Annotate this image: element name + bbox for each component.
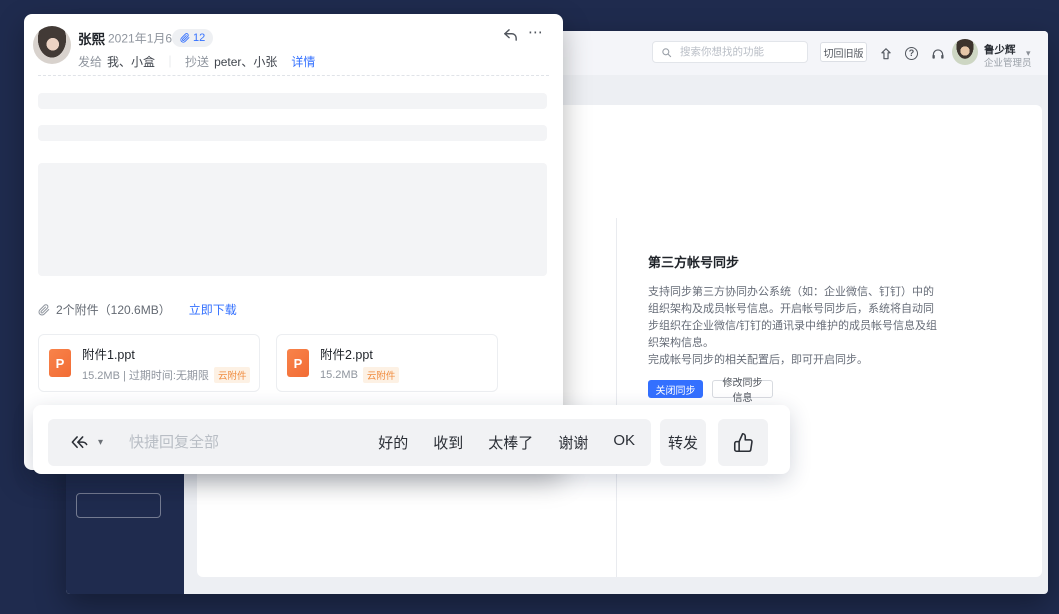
detail-link[interactable]: 详情 [291, 53, 315, 70]
section-description: 支持同步第三方协同办公系统（如：企业微信、钉钉）中的组织架构及成员帐号信息。开启… [648, 284, 940, 369]
like-button[interactable] [718, 419, 768, 466]
ppt-file-icon: P [49, 349, 71, 377]
skeleton-line [38, 93, 547, 109]
skeleton-line [38, 125, 547, 141]
help-icon[interactable]: ? [904, 46, 919, 61]
quick-reply-field[interactable]: ▾ 好的 收到 太棒了 谢谢 OK [48, 419, 651, 466]
reply-mode-caret-icon[interactable]: ▾ [98, 437, 103, 448]
separator: ｜ [164, 53, 176, 70]
quick-reply-bar: ▾ 好的 收到 太棒了 谢谢 OK 转发 [33, 405, 790, 474]
to-value: 我、小盒 [107, 53, 155, 70]
attachment-meta: 15.2MB [320, 369, 358, 381]
headset-icon[interactable] [930, 46, 945, 61]
attachments-summary: 2个附件（120.6MB） [56, 301, 171, 318]
attachment-count: 12 [193, 32, 205, 44]
quick-reply-option[interactable]: 收到 [433, 432, 463, 453]
sender-name: 张熙 [78, 28, 105, 48]
quick-reply-option[interactable]: 好的 [378, 432, 408, 453]
sidebar-clipped-button[interactable] [76, 493, 161, 518]
switch-old-version-button[interactable]: 切回旧版 [820, 42, 867, 62]
attachment-name: 附件1.ppt [82, 344, 250, 363]
more-icon[interactable]: ⋯ [528, 23, 544, 41]
paperclip-icon [180, 33, 190, 43]
user-role: 企业管理员 [984, 55, 1032, 69]
reply-icon[interactable] [502, 27, 519, 44]
panel-divider [616, 218, 617, 577]
mail-detail-panel: 张熙 2021年1月6日 12 ⋯ 发给 我、小盒 ｜ 抄送 peter、小张 … [24, 14, 563, 470]
user-avatar[interactable] [952, 39, 978, 65]
attachment-name: 附件2.ppt [320, 344, 399, 363]
search-icon [661, 47, 672, 58]
user-menu-caret-icon[interactable]: ▾ [1026, 48, 1031, 59]
ppt-file-icon: P [287, 349, 309, 377]
thumbs-up-icon [733, 432, 754, 453]
search-input[interactable] [678, 45, 799, 59]
quick-reply-options: 好的 收到 太棒了 谢谢 OK [378, 432, 635, 453]
quick-reply-input[interactable] [127, 433, 366, 452]
quick-reply-option[interactable]: 太棒了 [488, 432, 533, 453]
sender-avatar [33, 26, 71, 64]
cloud-attachment-badge: 云附件 [363, 367, 400, 383]
search-box[interactable] [652, 41, 808, 63]
download-all-link[interactable]: 立即下载 [189, 301, 237, 318]
forward-button[interactable]: 转发 [660, 419, 706, 466]
recipients-row: 发给 我、小盒 ｜ 抄送 peter、小张 详情 [78, 53, 315, 70]
quick-reply-option[interactable]: OK [613, 432, 635, 453]
attachment-card[interactable]: P 附件2.ppt 15.2MB 云附件 [276, 334, 498, 392]
cloud-attachment-badge: 云附件 [214, 367, 251, 383]
section-title: 第三方帐号同步 [648, 252, 948, 271]
close-sync-button[interactable]: 关闭同步 [648, 380, 703, 398]
attachment-card[interactable]: P 附件1.ppt 15.2MB | 过期时间:无期限 云附件 [38, 334, 260, 392]
upgrade-icon[interactable] [878, 46, 893, 61]
reply-all-icon[interactable] [70, 434, 89, 451]
attachments-header: 2个附件（120.6MB） 立即下载 [38, 301, 237, 318]
cc-value: peter、小张 [214, 53, 277, 70]
paperclip-icon [38, 304, 50, 316]
skeleton-block [38, 163, 547, 276]
to-label: 发给 [78, 53, 102, 70]
attachment-meta: 15.2MB | 过期时间:无期限 [82, 367, 209, 383]
quick-reply-option[interactable]: 谢谢 [558, 432, 588, 453]
third-party-sync-section: 第三方帐号同步 支持同步第三方协同办公系统（如：企业微信、钉钉）中的组织架构及成… [648, 252, 948, 398]
cc-label: 抄送 [185, 53, 209, 70]
screen: 切回旧版 ? 鲁少辉 企业管理员 ▾ 第三方帐号同步 支持同步第三方协同办公系统… [0, 0, 1059, 614]
dashed-divider [38, 75, 549, 76]
attachment-count-badge[interactable]: 12 [172, 29, 213, 47]
modify-sync-info-button[interactable]: 修改同步信息 [712, 380, 773, 398]
